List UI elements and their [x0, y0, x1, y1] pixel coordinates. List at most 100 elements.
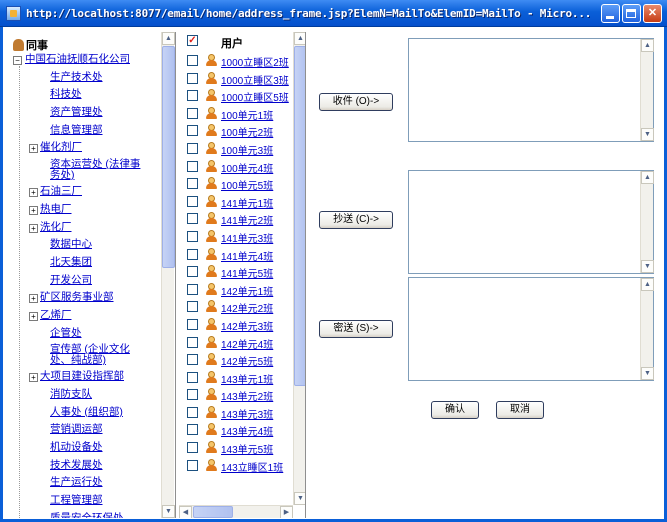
user-checkbox[interactable]	[187, 178, 198, 190]
user-checkbox[interactable]	[187, 389, 198, 401]
tree-item-label[interactable]: 机动设备处	[50, 439, 103, 457]
user-name-link[interactable]: 143单元3班	[221, 406, 273, 421]
user-name-link[interactable]: 142单元3班	[221, 318, 273, 333]
cancel-button[interactable]: 取消	[496, 401, 544, 419]
add-to-button[interactable]: 收件 (O)->	[319, 93, 393, 111]
user-checkbox[interactable]	[187, 283, 198, 295]
tree-scroll-thumb[interactable]	[162, 46, 175, 268]
users-scroll-thumb[interactable]	[294, 46, 305, 386]
user-name-link[interactable]: 100单元1班	[221, 107, 273, 122]
user-name-link[interactable]: 1000立睡区5班	[221, 89, 289, 104]
tree-item-label[interactable]: 石油三厂	[40, 183, 82, 201]
user-name-link[interactable]: 143单元1班	[221, 371, 273, 386]
bcc-recipients-box[interactable]: ▲ ▼	[408, 277, 654, 381]
tree-root-label[interactable]: 中国石油抚顺石化公司	[25, 51, 130, 69]
expand-toggle-icon[interactable]: +	[29, 294, 38, 304]
tree-item-label[interactable]: 洗化厂	[40, 219, 72, 237]
expand-toggle-icon[interactable]: +	[29, 144, 38, 154]
user-checkbox[interactable]	[187, 406, 198, 418]
maximize-button[interactable]	[622, 4, 641, 23]
user-checkbox[interactable]	[187, 354, 198, 366]
add-bcc-button[interactable]: 密送 (S)->	[319, 320, 393, 338]
scroll-up-arrow-icon[interactable]: ▲	[294, 32, 305, 45]
cc-box-scrollbar[interactable]: ▲ ▼	[640, 171, 654, 273]
tree-item-label[interactable]: 生产技术处	[50, 69, 103, 87]
tree-item-label[interactable]: 科技处	[50, 86, 82, 104]
user-name-link[interactable]: 143单元4班	[221, 423, 273, 438]
user-name-link[interactable]: 141单元2班	[221, 212, 273, 227]
user-name-link[interactable]: 141单元1班	[221, 195, 273, 210]
scroll-down-arrow-icon[interactable]: ▼	[162, 505, 175, 518]
scroll-up-arrow-icon[interactable]: ▲	[162, 32, 175, 45]
tree-item-label[interactable]: 矿区服务事业部	[40, 289, 114, 307]
select-all-checkbox[interactable]	[187, 35, 198, 46]
tree-item-label[interactable]: 资本运营处 (法律事务处)	[50, 159, 150, 181]
user-checkbox[interactable]	[187, 142, 198, 154]
user-name-link[interactable]: 142单元2班	[221, 300, 273, 315]
user-name-link[interactable]: 143立睡区1班	[221, 459, 283, 474]
user-name-link[interactable]: 100单元4班	[221, 160, 273, 175]
user-checkbox[interactable]	[187, 459, 198, 471]
user-checkbox[interactable]	[187, 230, 198, 242]
user-checkbox[interactable]	[187, 90, 198, 102]
tree-item-label[interactable]: 数据中心	[50, 236, 92, 254]
user-name-link[interactable]: 141单元4班	[221, 248, 273, 263]
cc-recipients-box[interactable]: ▲ ▼	[408, 170, 654, 274]
bcc-box-scrollbar[interactable]: ▲ ▼	[640, 278, 654, 380]
tree-item-label[interactable]: 质量安全环保处	[50, 510, 124, 518]
minimize-button[interactable]	[601, 4, 620, 23]
users-hscroll-thumb[interactable]	[193, 506, 233, 518]
tree-item-label[interactable]: 生产运行处	[50, 474, 103, 492]
tree-item-label[interactable]: 人事处 (组织部)	[50, 404, 123, 422]
user-name-link[interactable]: 100单元2班	[221, 124, 273, 139]
tree-item-label[interactable]: 乙烯厂	[40, 307, 72, 325]
expand-toggle-icon[interactable]: +	[29, 311, 38, 321]
user-name-link[interactable]: 141单元5班	[221, 265, 273, 280]
ok-button[interactable]: 确认	[431, 401, 479, 419]
user-checkbox[interactable]	[187, 318, 198, 330]
tree-item-label[interactable]: 消防支队	[50, 386, 92, 404]
user-name-link[interactable]: 1000立睡区2班	[221, 54, 289, 69]
user-name-link[interactable]: 100单元5班	[221, 177, 273, 192]
user-checkbox[interactable]	[187, 160, 198, 172]
tree-item-label[interactable]: 信息管理部	[50, 122, 103, 140]
scroll-right-arrow-icon[interactable]: ▶	[280, 506, 293, 518]
close-button[interactable]: ✕	[643, 4, 662, 23]
tree-vertical-scrollbar[interactable]: ▲ ▼	[161, 32, 175, 518]
expand-toggle-icon[interactable]: +	[29, 205, 38, 215]
users-horizontal-scrollbar[interactable]: ◀ ▶	[179, 505, 293, 518]
tree-item-label[interactable]: 北天集团	[50, 254, 92, 272]
scroll-up-arrow-icon[interactable]: ▲	[641, 278, 654, 291]
user-name-link[interactable]: 1000立睡区3班	[221, 72, 289, 87]
tree-item-label[interactable]: 开发公司	[50, 272, 92, 290]
tree-item-label[interactable]: 工程管理部	[50, 492, 103, 510]
tree-item-label[interactable]: 大项目建设指挥部	[40, 368, 124, 386]
user-checkbox[interactable]	[187, 442, 198, 454]
user-checkbox[interactable]	[187, 301, 198, 313]
tree-item-label[interactable]: 营销调运部	[50, 421, 103, 439]
scroll-up-arrow-icon[interactable]: ▲	[641, 39, 654, 52]
user-name-link[interactable]: 141单元3班	[221, 230, 273, 245]
user-checkbox[interactable]	[187, 248, 198, 260]
user-checkbox[interactable]	[187, 266, 198, 278]
users-vertical-scrollbar[interactable]: ▲ ▼	[293, 32, 305, 505]
tree-item-label[interactable]: 热电厂	[40, 201, 72, 219]
user-checkbox[interactable]	[187, 55, 198, 66]
user-checkbox[interactable]	[187, 107, 198, 119]
user-name-link[interactable]: 142单元4班	[221, 336, 273, 351]
tree-item-label[interactable]: 技术发展处	[50, 457, 103, 475]
user-name-link[interactable]: 143单元5班	[221, 441, 273, 456]
expand-toggle-icon[interactable]: +	[29, 373, 38, 383]
user-checkbox[interactable]	[187, 195, 198, 207]
collapse-toggle-icon[interactable]: −	[13, 56, 22, 65]
add-cc-button[interactable]: 抄送 (C)->	[319, 211, 393, 229]
user-checkbox[interactable]	[187, 213, 198, 225]
tree-item-label[interactable]: 资产管理处	[50, 104, 103, 122]
scroll-down-arrow-icon[interactable]: ▼	[641, 128, 654, 141]
user-name-link[interactable]: 142单元5班	[221, 353, 273, 368]
to-recipients-box[interactable]: ▲ ▼	[408, 38, 654, 142]
tree-item-label[interactable]: 催化剂厂	[40, 139, 82, 157]
user-name-link[interactable]: 100单元3班	[221, 142, 273, 157]
scroll-left-arrow-icon[interactable]: ◀	[179, 506, 192, 518]
user-name-link[interactable]: 143单元2班	[221, 388, 273, 403]
